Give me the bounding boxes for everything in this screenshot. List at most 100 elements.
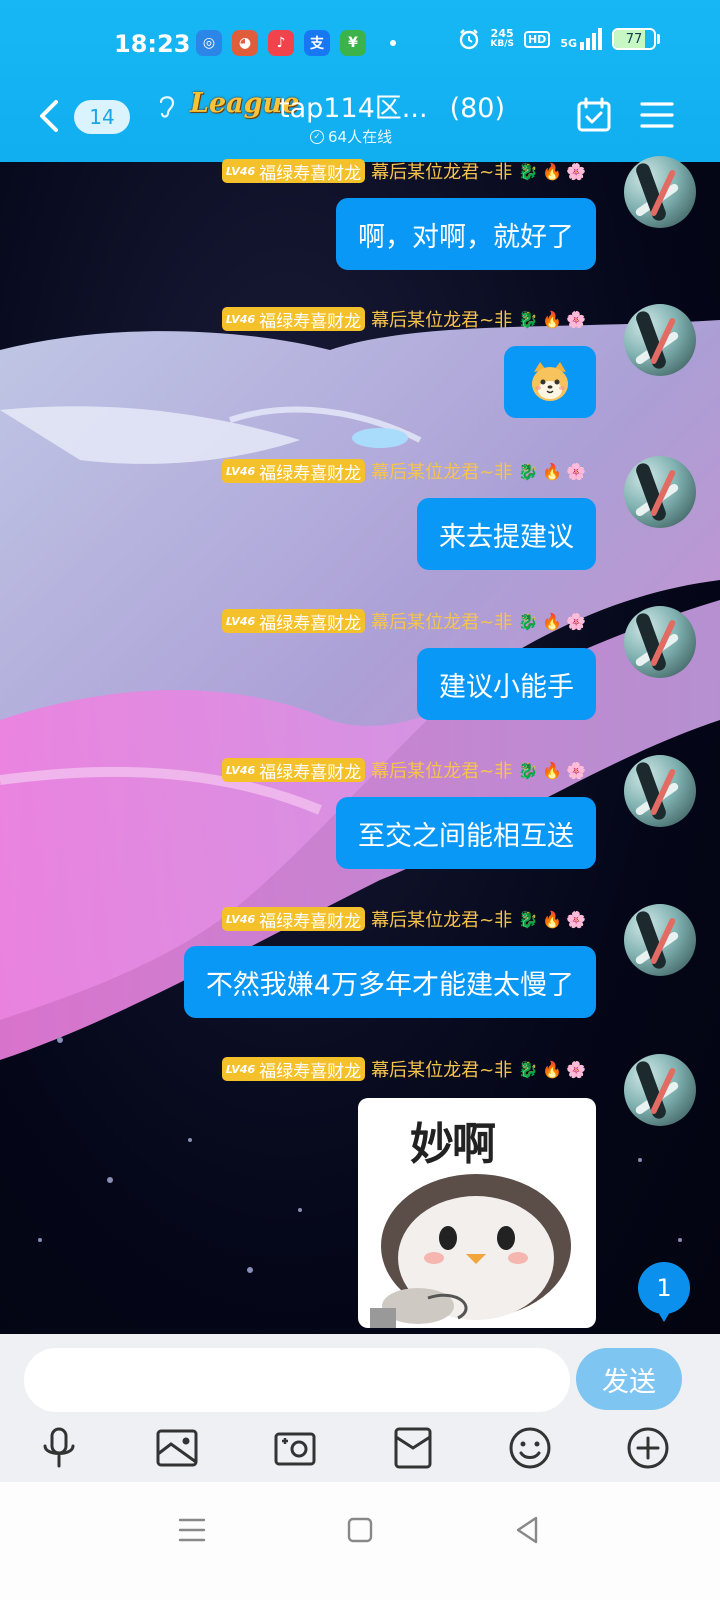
message-sender-meta[interactable]: LV46 福绿寿喜财龙 幕后某位龙君~非 🐉 🔥 🌸 bbox=[221, 757, 586, 783]
net-speed-value: 245 bbox=[490, 27, 514, 40]
plus-icon[interactable] bbox=[626, 1426, 670, 1470]
member-title: 福绿寿喜财龙 bbox=[259, 762, 362, 783]
fire-badge-icon: 🔥 bbox=[542, 760, 563, 780]
flower-badge-icon: 🌸 bbox=[566, 611, 586, 631]
level-badge: LV46 福绿寿喜财龙 bbox=[221, 159, 366, 184]
level-label: LV46 bbox=[225, 464, 256, 478]
image-icon[interactable] bbox=[155, 1426, 199, 1470]
voice-icon[interactable] bbox=[37, 1426, 81, 1470]
group-name: tap114区... bbox=[279, 93, 428, 124]
more-notifications-dot bbox=[390, 40, 396, 46]
calendar-checkin-icon[interactable] bbox=[576, 96, 612, 134]
level-badge: LV46 福绿寿喜财龙 bbox=[221, 307, 366, 332]
avatar[interactable] bbox=[624, 755, 696, 827]
level-label: LV46 bbox=[225, 164, 256, 178]
message-bubble[interactable]: 不然我嫌4万多年才能建太慢了 bbox=[183, 946, 596, 1018]
dragon-badge-icon: 🐉 bbox=[518, 1059, 539, 1079]
fire-badge-icon: 🔥 bbox=[542, 309, 563, 329]
member-title: 福绿寿喜财龙 bbox=[259, 613, 362, 634]
dragon-badge-icon: 🐉 bbox=[518, 461, 539, 481]
home-button-icon[interactable] bbox=[340, 1510, 380, 1550]
message-input[interactable] bbox=[24, 1348, 570, 1412]
flower-badge-icon: 🌸 bbox=[566, 461, 586, 481]
net-speed: 245 KB/S bbox=[490, 28, 514, 50]
send-button[interactable]: 发送 bbox=[576, 1348, 682, 1410]
message-sender-meta[interactable]: LV46 福绿寿喜财龙 幕后某位龙君~非 🐉 🔥 🌸 bbox=[221, 306, 586, 332]
status-time: 18:23 bbox=[114, 30, 191, 58]
net-speed-unit: KB/S bbox=[490, 39, 514, 49]
top-bar: 18:23 ◎ ◕ ♪ 支 ¥ 245 KB/S HD 5G 77 14 Lea… bbox=[0, 0, 720, 162]
sticker-image[interactable]: 妙啊 bbox=[358, 1098, 596, 1328]
alipay-app-icon: 支 bbox=[304, 30, 330, 56]
sender-nickname[interactable]: 幕后某位龙君~非 bbox=[371, 757, 512, 783]
message-sender-meta[interactable]: LV46 福绿寿喜财龙 幕后某位龙君~非 🐉 🔥 🌸 bbox=[221, 608, 586, 634]
dragon-badge-icon: 🐉 bbox=[518, 909, 539, 929]
member-title: 福绿寿喜财龙 bbox=[259, 1061, 362, 1082]
avatar[interactable] bbox=[624, 456, 696, 528]
composer: 发送 bbox=[0, 1334, 720, 1482]
avatar[interactable] bbox=[624, 1054, 696, 1126]
flower-badge-icon: 🌸 bbox=[566, 161, 586, 181]
fire-badge-icon: 🔥 bbox=[542, 1059, 563, 1079]
message-bubble[interactable]: 啊，对啊，就好了 bbox=[336, 198, 596, 270]
badge-icons: 🐉 🔥 🌸 bbox=[518, 1060, 586, 1079]
level-label: LV46 bbox=[225, 912, 256, 926]
message-bubble[interactable]: 来去提建议 bbox=[417, 498, 596, 570]
emoji-message-bubble[interactable] bbox=[504, 346, 596, 418]
badge-icons: 🐉 🔥 🌸 bbox=[518, 910, 586, 929]
composer-toolbar bbox=[0, 1420, 720, 1476]
signal-bars-icon bbox=[580, 28, 602, 50]
sender-nickname[interactable]: 幕后某位龙君~非 bbox=[371, 158, 512, 184]
browser-app-icon: ◎ bbox=[196, 30, 222, 56]
avatar[interactable] bbox=[624, 304, 696, 376]
red-packet-icon[interactable] bbox=[391, 1426, 435, 1470]
back-button[interactable] bbox=[32, 96, 68, 136]
online-status[interactable]: ✓ 64人在线 bbox=[310, 126, 392, 147]
sender-nickname[interactable]: 幕后某位龙君~非 bbox=[371, 906, 512, 932]
message-sender-meta[interactable]: LV46 福绿寿喜财龙 幕后某位龙君~非 🐉 🔥 🌸 bbox=[221, 906, 586, 932]
message-bubble[interactable]: 至交之间能相互送 bbox=[336, 797, 596, 869]
flower-badge-icon: 🌸 bbox=[566, 309, 586, 329]
battery-tip bbox=[657, 34, 660, 44]
member-title: 福绿寿喜财龙 bbox=[259, 163, 362, 184]
back-nav-icon[interactable] bbox=[508, 1510, 548, 1550]
camera-icon[interactable] bbox=[273, 1426, 317, 1470]
level-badge: LV46 福绿寿喜财龙 bbox=[221, 459, 366, 484]
sender-nickname[interactable]: 幕后某位龙君~非 bbox=[371, 458, 512, 484]
network-type: 5G bbox=[560, 37, 577, 50]
battery-icon: 77 bbox=[612, 28, 656, 50]
new-message-badge[interactable]: 1 bbox=[638, 1262, 690, 1322]
signal-indicator: 5G bbox=[560, 28, 602, 50]
message-bubble[interactable]: 建议小能手 bbox=[417, 648, 596, 720]
shiba-emoji-icon bbox=[532, 362, 568, 401]
avatar[interactable] bbox=[624, 904, 696, 976]
sender-nickname[interactable]: 幕后某位龙君~非 bbox=[371, 1056, 512, 1082]
level-label: LV46 bbox=[225, 763, 256, 777]
online-count: 64人在线 bbox=[328, 128, 393, 146]
menu-icon[interactable] bbox=[640, 101, 674, 129]
level-label: LV46 bbox=[225, 614, 256, 628]
dragon-badge-icon: 🐉 bbox=[518, 760, 539, 780]
message-sender-meta[interactable]: LV46 福绿寿喜财龙 幕后某位龙君~非 🐉 🔥 🌸 bbox=[221, 1056, 586, 1082]
badge-icons: 🐉 🔥 🌸 bbox=[518, 612, 586, 631]
avatar[interactable] bbox=[624, 156, 696, 228]
emoji-icon[interactable] bbox=[508, 1426, 552, 1470]
sender-nickname[interactable]: 幕后某位龙君~非 bbox=[371, 608, 512, 634]
level-badge: LV46 福绿寿喜财龙 bbox=[221, 907, 366, 932]
message-sender-meta[interactable]: LV46 福绿寿喜财龙 幕后某位龙君~非 🐉 🔥 🌸 bbox=[221, 158, 586, 184]
earpiece-mode-icon[interactable] bbox=[156, 92, 178, 120]
avatar[interactable] bbox=[624, 606, 696, 678]
message-sender-meta[interactable]: LV46 福绿寿喜财龙 幕后某位龙君~非 🐉 🔥 🌸 bbox=[221, 458, 586, 484]
chat-title[interactable]: tap114区... (80) bbox=[279, 86, 505, 125]
fire-badge-icon: 🔥 bbox=[542, 611, 563, 631]
level-label: LV46 bbox=[225, 312, 256, 326]
fire-badge-icon: 🔥 bbox=[542, 461, 563, 481]
badge-icons: 🐉 🔥 🌸 bbox=[518, 162, 586, 181]
alarm-icon bbox=[460, 29, 479, 50]
recents-menu-icon[interactable] bbox=[172, 1510, 212, 1550]
sender-nickname[interactable]: 幕后某位龙君~非 bbox=[371, 306, 512, 332]
unread-count-pill[interactable]: 14 bbox=[74, 100, 130, 134]
status-indicators: 245 KB/S HD 5G 77 bbox=[458, 28, 660, 50]
dragon-badge-icon: 🐉 bbox=[518, 611, 539, 631]
flower-badge-icon: 🌸 bbox=[566, 760, 586, 780]
